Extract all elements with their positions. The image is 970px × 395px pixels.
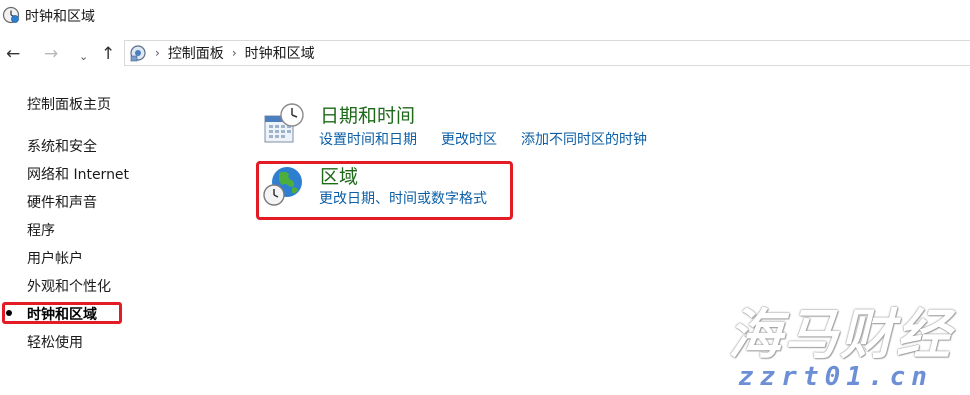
- title-bar: 时钟和区域: [0, 0, 970, 32]
- clock-region-icon: [2, 6, 20, 24]
- category-title-date-time[interactable]: 日期和时间: [320, 101, 415, 128]
- sidebar-item-network-internet[interactable]: 网络和 Internet: [27, 164, 129, 184]
- link-set-time-date[interactable]: 设置时间和日期: [319, 132, 417, 148]
- sidebar-item-appearance[interactable]: 外观和个性化: [27, 276, 111, 296]
- address-bar[interactable]: › 控制面板 › 时钟和区域: [124, 40, 970, 66]
- up-button[interactable]: ↑: [101, 44, 115, 64]
- category-links-date-time: 设置时间和日期 更改时区 添加不同时区的时钟: [319, 129, 671, 149]
- link-add-clocks[interactable]: 添加不同时区的时钟: [521, 132, 647, 148]
- window-title: 时钟和区域: [25, 9, 95, 25]
- region-highlight-box: [256, 161, 513, 220]
- forward-button[interactable]: →: [44, 44, 58, 64]
- watermark: 海马财经 zzrt01.cn: [720, 290, 970, 395]
- breadcrumb-separator: ›: [155, 46, 160, 60]
- breadcrumb-control-panel[interactable]: 控制面板: [168, 43, 224, 63]
- back-button[interactable]: ←: [6, 44, 20, 64]
- calendar-clock-icon: [264, 103, 304, 143]
- sidebar-item-hardware-sound[interactable]: 硬件和声音: [27, 192, 97, 212]
- sidebar: 控制面板主页 系统和安全 网络和 Internet 硬件和声音 程序 用户帐户 …: [0, 90, 240, 390]
- breadcrumb-separator: ›: [231, 46, 237, 60]
- control-panel-icon: [130, 45, 146, 62]
- sidebar-item-user-accounts[interactable]: 用户帐户: [27, 248, 83, 268]
- watermark-text: 海马财经: [728, 303, 952, 366]
- sidebar-item-system-security[interactable]: 系统和安全: [27, 136, 97, 156]
- sidebar-highlight-box: [2, 302, 122, 324]
- breadcrumb-clock-region[interactable]: 时钟和区域: [245, 43, 315, 63]
- link-change-timezone[interactable]: 更改时区: [441, 132, 497, 148]
- sidebar-home-link[interactable]: 控制面板主页: [27, 94, 111, 114]
- recent-locations-button[interactable]: ⌄: [79, 47, 88, 67]
- sidebar-item-programs[interactable]: 程序: [27, 220, 55, 240]
- watermark-url: zzrt01.cn: [738, 362, 933, 392]
- sidebar-item-ease-of-access[interactable]: 轻松使用: [27, 332, 83, 352]
